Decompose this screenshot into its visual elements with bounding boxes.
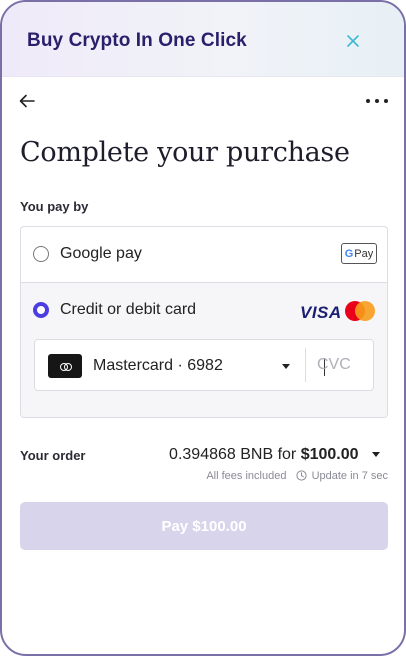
google-pay-label: Google pay <box>60 245 142 262</box>
close-button[interactable] <box>344 32 362 50</box>
google-pay-logo-g: G <box>344 247 354 260</box>
order-label: Your order <box>20 448 86 463</box>
more-options-button[interactable] <box>364 92 392 112</box>
arrow-left-icon <box>19 94 35 108</box>
nav-bar <box>2 88 404 116</box>
mastercard-logo-icon <box>345 301 375 321</box>
pay-button[interactable]: Pay $100.00 <box>20 502 388 550</box>
payment-method-group: Google pay G Pay Credit or debit card VIS… <box>20 226 388 418</box>
payment-option-google-pay[interactable]: Google pay G Pay <box>21 227 387 283</box>
order-amount-select[interactable]: 0.394868 BNB for $100.00 <box>169 446 380 464</box>
google-pay-logo-text: Pay <box>354 247 374 260</box>
buy-crypto-modal: Buy Crypto In One Click Complete your pu… <box>0 0 406 656</box>
mastercard-card-icon <box>48 354 82 378</box>
chevron-down-icon[interactable] <box>282 364 290 369</box>
saved-card-select[interactable]: Mastercard · 6982 <box>93 357 223 375</box>
modal-title: Buy Crypto In One Click <box>27 30 247 51</box>
page-title: Complete your purchase <box>20 137 350 168</box>
more-horizontal-icon <box>366 99 388 103</box>
modal-header: Buy Crypto In One Click <box>2 2 404 77</box>
payment-option-card[interactable]: Credit or debit card VISA Mastercard · 6… <box>21 283 387 417</box>
chevron-down-icon[interactable] <box>372 452 380 458</box>
google-pay-radio[interactable] <box>33 246 49 262</box>
card-option-label: Credit or debit card <box>60 301 197 318</box>
pay-by-label: You pay by <box>20 199 89 214</box>
card-radio[interactable] <box>33 302 49 318</box>
fees-info: All fees included Update in 7 sec <box>206 470 388 482</box>
google-pay-logo-icon: G Pay <box>341 243 377 264</box>
update-timer: Update in 7 sec <box>311 470 388 482</box>
back-button[interactable] <box>18 92 38 112</box>
visa-logo-icon: VISA <box>300 303 342 322</box>
cvc-input[interactable] <box>317 352 367 378</box>
saved-card-field: Mastercard · 6982 <box>34 339 374 391</box>
clock-icon <box>295 470 307 481</box>
fees-note: All fees included <box>206 470 287 482</box>
crypto-amount: 0.394868 BNB for <box>169 446 297 463</box>
field-divider <box>305 348 306 382</box>
close-icon <box>347 35 359 47</box>
fiat-amount: $100.00 <box>300 446 359 463</box>
